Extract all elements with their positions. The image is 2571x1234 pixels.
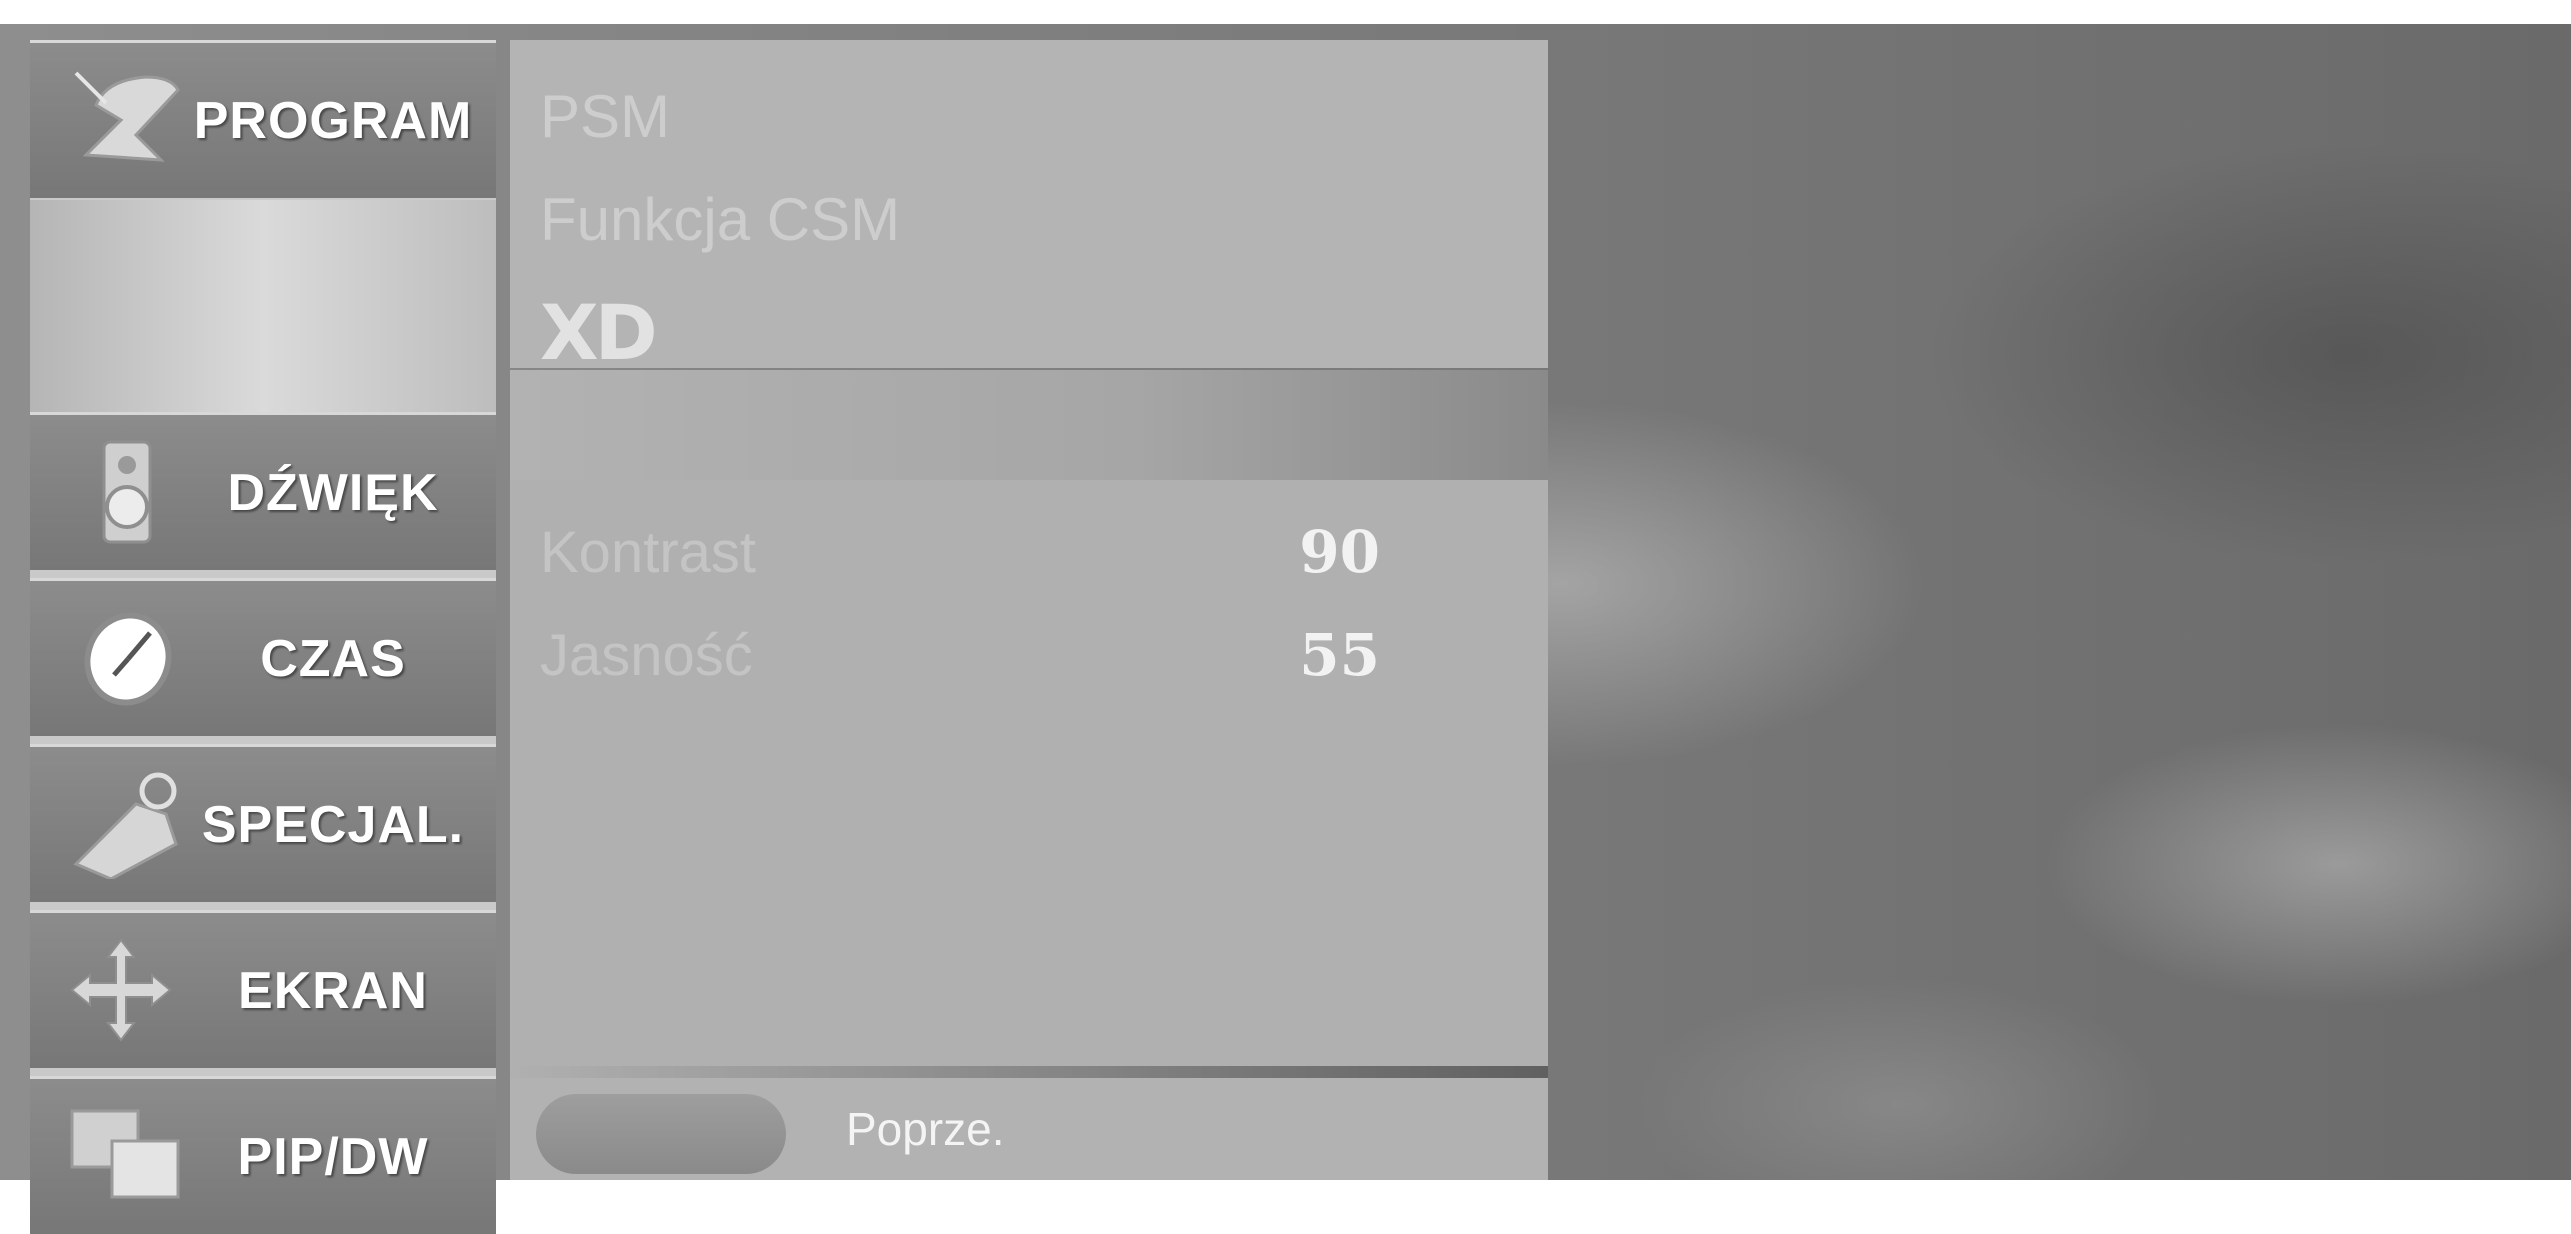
tab-label: PIP/DW — [237, 1127, 429, 1186]
menu-item-csm[interactable]: Funkcja CSM — [540, 185, 900, 254]
picture-mode-panel: PSM Funkcja CSM XD — [510, 40, 1548, 377]
menu-sidebar: PROGRAM DŹWIĘK CZAS SPECJAL. EKRAN PIP/D… — [30, 40, 496, 1234]
tab-sound[interactable]: DŹWIĘK — [30, 412, 496, 570]
tab-pip[interactable]: PIP/DW — [30, 1076, 496, 1234]
tab-program[interactable]: PROGRAM — [30, 40, 496, 198]
setting-value: 55 — [1299, 621, 1380, 689]
tab-label: EKRAN — [238, 961, 428, 1020]
tab-screen[interactable]: EKRAN — [30, 910, 496, 1068]
tab-label: CZAS — [260, 629, 406, 688]
picture-settings-panel: Kontrast 90 Jasność 55 — [510, 480, 1548, 1066]
setting-value: 90 — [1299, 518, 1380, 586]
setting-label: Kontrast — [540, 519, 756, 585]
satellite-dish-icon — [66, 65, 186, 175]
setting-brightness[interactable]: Jasność 55 — [540, 620, 1520, 690]
footer-divider — [510, 1066, 1548, 1078]
sidebar-spacer — [30, 200, 496, 412]
clock-icon — [66, 603, 186, 713]
speaker-icon — [66, 437, 186, 547]
tab-label: SPECJAL. — [201, 795, 465, 854]
xd-logo[interactable]: XD — [540, 288, 658, 377]
tag-icon — [66, 769, 186, 879]
setting-contrast[interactable]: Kontrast 90 — [540, 517, 1520, 587]
tab-time[interactable]: CZAS — [30, 578, 496, 736]
back-button[interactable] — [536, 1094, 786, 1174]
menu-item-psm[interactable]: PSM — [540, 82, 670, 151]
panel-separator — [510, 370, 1548, 480]
footer-bar: Poprze. — [510, 1078, 1548, 1180]
tab-special[interactable]: SPECJAL. — [30, 744, 496, 902]
tab-label: DŹWIĘK — [227, 463, 439, 522]
move-arrows-icon — [66, 935, 186, 1045]
pip-windows-icon — [66, 1101, 186, 1211]
setting-label: Jasność — [540, 622, 753, 688]
tab-label: PROGRAM — [193, 91, 473, 150]
back-hint: Poprze. — [846, 1103, 1005, 1155]
